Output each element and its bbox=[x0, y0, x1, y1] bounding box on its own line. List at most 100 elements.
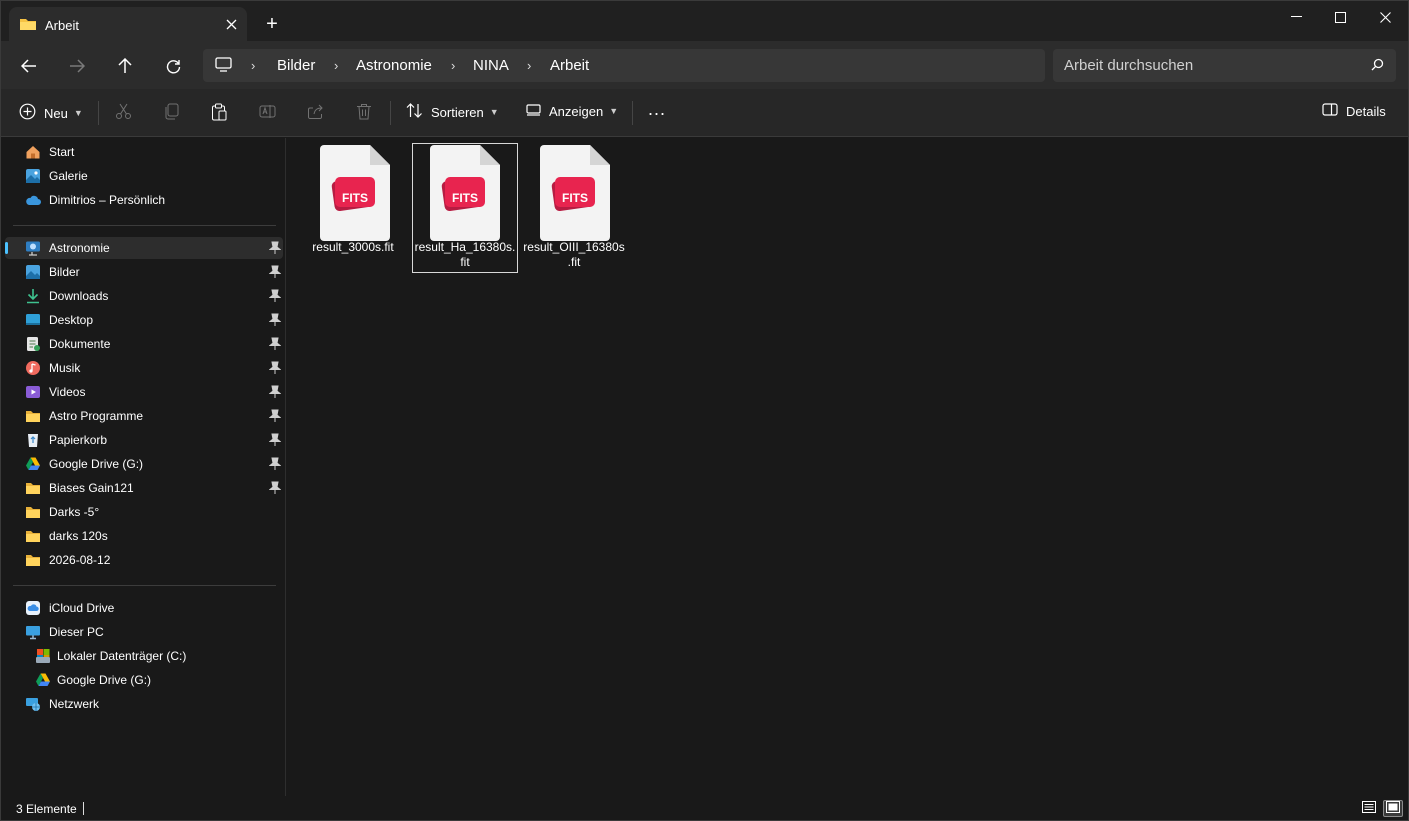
sidebar-item-label: Musik bbox=[49, 361, 81, 375]
sidebar-item-label: darks 120s bbox=[49, 529, 108, 543]
folder-icon bbox=[25, 552, 41, 568]
scissors-icon bbox=[115, 103, 132, 123]
chevron-right-icon: › bbox=[451, 58, 456, 73]
pin-icon bbox=[268, 457, 282, 471]
sidebar-item-videos[interactable]: Videos bbox=[5, 381, 283, 403]
file-item-selected[interactable]: FITS result_Ha_16380s.fit bbox=[412, 143, 518, 273]
pin-icon bbox=[268, 313, 282, 327]
breadcrumb-astronomie[interactable]: Astronomie bbox=[356, 57, 432, 74]
sidebar-item-dieser-pc[interactable]: Dieser PC bbox=[5, 621, 283, 643]
details-label: Details bbox=[1346, 103, 1386, 119]
close-tab-icon[interactable] bbox=[221, 14, 241, 34]
separator bbox=[632, 101, 633, 125]
sidebar-item-label: Astronomie bbox=[49, 241, 110, 255]
pin-icon bbox=[268, 409, 282, 423]
videos-icon bbox=[25, 384, 41, 400]
breadcrumb-arbeit[interactable]: Arbeit bbox=[550, 57, 589, 74]
chevron-right-icon: › bbox=[334, 58, 339, 73]
sidebar-item-google-drive[interactable]: Google Drive (G:) bbox=[5, 453, 283, 475]
sidebar-item-galerie[interactable]: Galerie bbox=[5, 165, 283, 187]
breadcrumb-nina[interactable]: NINA bbox=[473, 57, 509, 74]
tiles-view-icon bbox=[1386, 801, 1400, 816]
sort-icon bbox=[406, 103, 423, 121]
network-icon bbox=[25, 696, 41, 712]
sidebar-item-dokumente[interactable]: Dokumente bbox=[5, 333, 283, 355]
fits-badge-text: FITS bbox=[452, 191, 478, 205]
paste-button[interactable] bbox=[211, 103, 228, 124]
sidebar-item-label: Start bbox=[49, 145, 75, 159]
sidebar-item-label: Desktop bbox=[49, 313, 94, 327]
sidebar-item-local-disk-c[interactable]: Lokaler Datenträger (C:) bbox=[5, 645, 283, 667]
sidebar-item-start[interactable]: Start bbox=[5, 141, 283, 163]
sidebar-item-desktop[interactable]: Desktop bbox=[5, 309, 283, 331]
folder-icon bbox=[25, 528, 41, 544]
forward-button[interactable] bbox=[64, 53, 90, 79]
sidebar-item-darks-120s[interactable]: darks 120s bbox=[5, 525, 283, 547]
fits-file-icon: FITS bbox=[538, 145, 612, 241]
chevron-down-icon: ▼ bbox=[489, 107, 499, 117]
list-view-icon bbox=[1362, 801, 1376, 816]
view-button[interactable]: Anzeigen ▼ bbox=[526, 103, 618, 119]
separator bbox=[98, 101, 99, 125]
sort-button[interactable]: Sortieren ▼ bbox=[406, 103, 499, 121]
back-button[interactable] bbox=[16, 53, 42, 79]
search-input[interactable]: Arbeit durchsuchen bbox=[1064, 57, 1193, 74]
this-pc-icon bbox=[215, 57, 232, 76]
sidebar-item-downloads[interactable]: Downloads bbox=[5, 285, 283, 307]
share-button[interactable] bbox=[307, 103, 324, 123]
sidebar-item-astronomie[interactable]: Astronomie bbox=[5, 237, 283, 259]
up-button[interactable] bbox=[112, 53, 138, 79]
details-view-button[interactable] bbox=[1359, 800, 1379, 817]
maximize-button[interactable] bbox=[1317, 1, 1363, 33]
sidebar-item-2026-08-12[interactable]: 2026-08-12 bbox=[5, 549, 283, 571]
sidebar-item-label: Google Drive (G:) bbox=[49, 457, 144, 471]
navigation-bar: › Bilder › Astronomie › NINA › Arbeit Ar… bbox=[1, 41, 1408, 89]
recycle-bin-icon bbox=[25, 432, 41, 448]
new-label: Neu bbox=[44, 105, 68, 121]
navigation-pane: Start Galerie Dimitrios – Persönlich Ast… bbox=[1, 138, 286, 796]
breadcrumb-bilder[interactable]: Bilder bbox=[277, 57, 315, 74]
pin-icon bbox=[268, 385, 282, 399]
sidebar-item-biases-gain121[interactable]: Biases Gain121 bbox=[5, 477, 283, 499]
file-name: result_3000s.fit bbox=[312, 240, 394, 254]
sidebar-divider bbox=[13, 225, 276, 226]
sidebar-item-label: Dieser PC bbox=[49, 625, 104, 639]
details-button[interactable]: Details bbox=[1322, 103, 1386, 119]
sidebar-item-label: Downloads bbox=[49, 289, 109, 303]
file-item[interactable]: FITS result_3000s.fit bbox=[301, 143, 407, 273]
sidebar-item-astro-programme[interactable]: Astro Programme bbox=[5, 405, 283, 427]
sidebar-item-icloud-drive[interactable]: iCloud Drive bbox=[5, 597, 283, 619]
delete-button[interactable] bbox=[356, 103, 372, 123]
more-options-button[interactable]: ... bbox=[648, 99, 666, 120]
sidebar-item-netzwerk[interactable]: Netzwerk bbox=[5, 693, 283, 715]
sidebar-item-bilder[interactable]: Bilder bbox=[5, 261, 283, 283]
chevron-right-icon: › bbox=[251, 58, 256, 73]
sidebar-item-darks-5[interactable]: Darks -5° bbox=[5, 501, 283, 523]
details-pane-icon bbox=[1322, 103, 1338, 119]
refresh-button[interactable] bbox=[160, 53, 186, 79]
copy-button[interactable] bbox=[163, 103, 180, 123]
close-window-button[interactable] bbox=[1362, 1, 1408, 33]
sidebar-item-papierkorb[interactable]: Papierkorb bbox=[5, 429, 283, 451]
large-icons-view-button[interactable] bbox=[1383, 800, 1403, 817]
sidebar-item-google-drive-g[interactable]: Google Drive (G:) bbox=[5, 669, 283, 691]
file-explorer-window: Arbeit + › Bilder › Astronomie › NINA › … bbox=[0, 0, 1409, 821]
tab-arbeit[interactable]: Arbeit bbox=[9, 7, 247, 41]
cut-button[interactable] bbox=[115, 103, 132, 123]
rename-button[interactable] bbox=[259, 103, 276, 123]
address-bar[interactable]: › Bilder › Astronomie › NINA › Arbeit bbox=[203, 49, 1045, 82]
this-pc-icon bbox=[25, 624, 41, 640]
file-item[interactable]: FITS result_OIII_16380s.fit bbox=[522, 143, 628, 273]
folder-icon bbox=[25, 504, 41, 520]
sidebar-item-musik[interactable]: Musik bbox=[5, 357, 283, 379]
new-button[interactable]: Neu ▼ bbox=[19, 103, 83, 123]
view-icon bbox=[526, 103, 541, 119]
rename-icon bbox=[259, 103, 276, 123]
sidebar-item-onedrive[interactable]: Dimitrios – Persönlich bbox=[5, 189, 283, 211]
search-box[interactable]: Arbeit durchsuchen bbox=[1053, 49, 1396, 82]
file-list-area[interactable]: FITS result_3000s.fit FITS result_Ha_163… bbox=[287, 138, 1408, 796]
new-tab-button[interactable]: + bbox=[261, 13, 283, 35]
item-count: 3 Elemente bbox=[16, 802, 77, 816]
minimize-button[interactable] bbox=[1273, 1, 1319, 33]
sidebar-item-label: Galerie bbox=[49, 169, 88, 183]
